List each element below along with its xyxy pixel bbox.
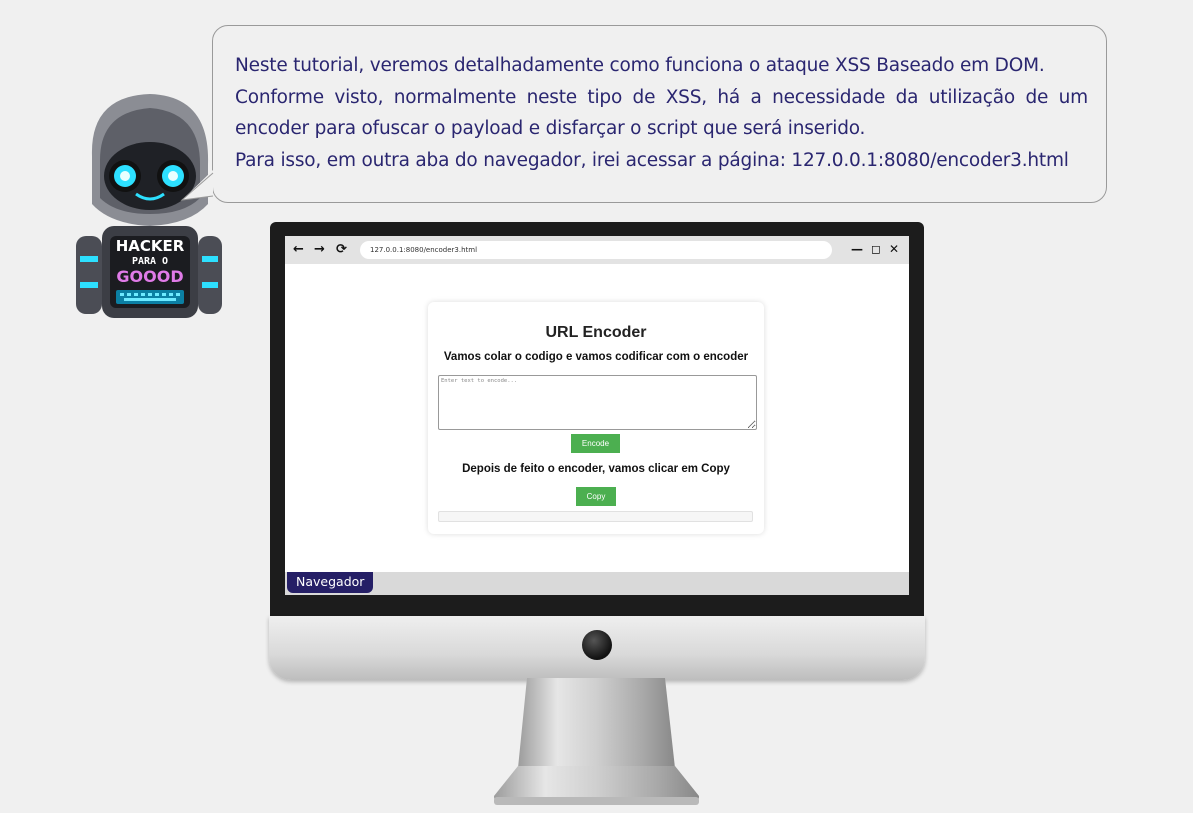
bubble-line-4: Para isso, em outra aba do navegador, ir… [235, 149, 1069, 171]
encoded-output[interactable] [438, 511, 753, 522]
monitor-logo-dot [582, 630, 612, 660]
speech-bubble: Neste tutorial, veremos detalhadamente c… [212, 25, 1107, 203]
monitor-screen: ← → ⟳ 127.0.0.1:8080/encoder3.html — ◻ ✕… [285, 236, 909, 595]
copy-instruction: Depois de feito o encoder, vamos clicar … [462, 463, 730, 475]
copy-button[interactable]: Copy [576, 487, 616, 506]
encoder-title: URL Encoder [545, 324, 647, 341]
badge-para-o: PARA O [132, 256, 168, 267]
taskbar-tab-navegador[interactable]: Navegador [287, 572, 374, 593]
encode-button[interactable]: Encode [571, 434, 620, 453]
speech-bubble-tail [180, 170, 214, 201]
forward-arrow-icon[interactable]: → [314, 242, 325, 258]
browser-toolbar: ← → ⟳ 127.0.0.1:8080/encoder3.html — ◻ ✕ [285, 236, 909, 264]
close-icon[interactable]: ✕ [889, 241, 899, 257]
reload-icon[interactable]: ⟳ [336, 242, 347, 258]
bubble-line-1: Neste tutorial, veremos detalhadamente c… [235, 55, 1045, 76]
bubble-line-3: encoder para ofuscar o payload e disfarç… [235, 118, 866, 139]
hacker-robot-mascot: HACKER PARA O GOOOD [70, 86, 222, 326]
encoder-instruction: Vamos colar o codigo e vamos codificar c… [443, 351, 749, 363]
monitor-chin [269, 616, 925, 680]
url-encoder-card: URL Encoder Vamos colar o codigo e vamos… [428, 302, 764, 534]
monitor-stand [494, 678, 699, 805]
maximize-icon[interactable]: ◻ [871, 241, 881, 257]
address-bar[interactable]: 127.0.0.1:8080/encoder3.html [360, 241, 832, 259]
back-arrow-icon[interactable]: ← [293, 242, 304, 258]
badge-good: GOOOD [116, 267, 183, 286]
taskbar: Navegador [285, 572, 909, 595]
bubble-line-2: Conforme visto, normalmente neste tipo d… [235, 86, 1088, 108]
badge-hacker: HACKER [116, 237, 185, 255]
robot-illustration: HACKER PARA O GOOOD [76, 94, 222, 318]
encode-input[interactable] [438, 375, 757, 430]
minimize-icon[interactable]: — [851, 241, 863, 257]
